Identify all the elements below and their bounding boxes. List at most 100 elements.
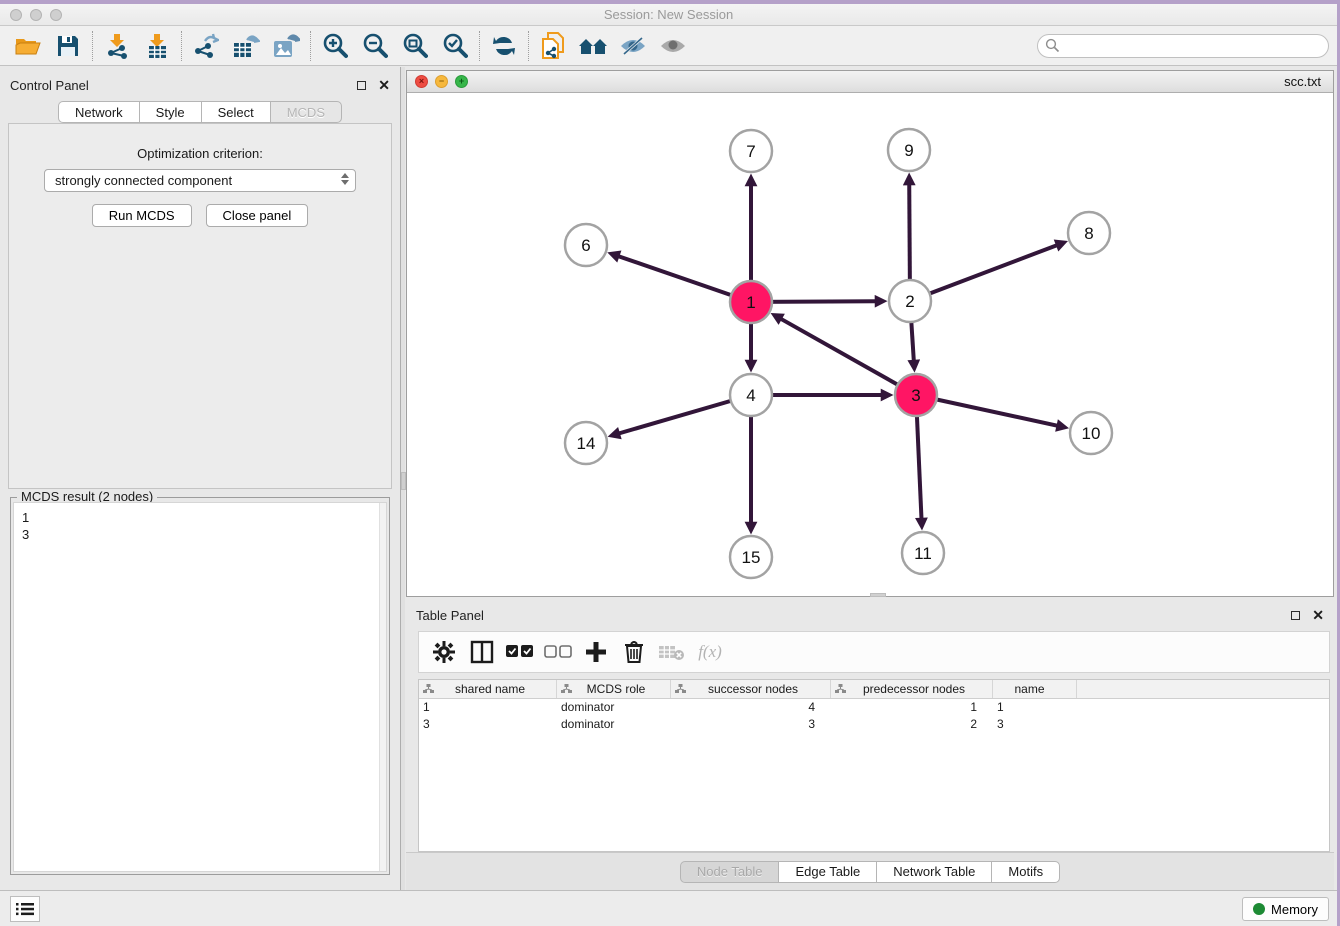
- tab-motifs[interactable]: Motifs: [991, 861, 1060, 883]
- eye-icon: [658, 34, 688, 58]
- memory-button[interactable]: Memory: [1242, 897, 1329, 921]
- cell-shared-name[interactable]: 3: [419, 716, 557, 733]
- search-input[interactable]: [1037, 34, 1329, 58]
- graph-node-label-1: 1: [746, 293, 755, 312]
- column-header-shared-name[interactable]: shared name: [419, 680, 557, 698]
- table-row[interactable]: 1 dominator 4 1 1: [419, 699, 1329, 716]
- graph-node-label-11: 11: [914, 544, 932, 563]
- panel-splitter[interactable]: [400, 67, 405, 890]
- save-session-button[interactable]: [48, 29, 88, 63]
- table-row[interactable]: 3 dominator 3 2 3: [419, 716, 1329, 733]
- zoom-selected-button[interactable]: [435, 29, 475, 63]
- close-network-button[interactable]: ×: [415, 75, 428, 88]
- delete-table-button[interactable]: [655, 635, 689, 669]
- deselect-all-columns-button[interactable]: [541, 635, 575, 669]
- select-all-columns-button[interactable]: [503, 635, 537, 669]
- tab-mcds[interactable]: MCDS: [270, 101, 342, 123]
- open-session-button[interactable]: [8, 29, 48, 63]
- column-header-successor-nodes[interactable]: successor nodes: [671, 680, 831, 698]
- mcds-result-line: 1: [22, 509, 386, 526]
- column-header-predecessor-nodes[interactable]: predecessor nodes: [831, 680, 993, 698]
- zoom-fit-button[interactable]: [395, 29, 435, 63]
- cell-name[interactable]: 1: [993, 699, 1077, 716]
- graph-edge-3-1[interactable]: [781, 319, 916, 395]
- cell-mcds-role[interactable]: dominator: [557, 716, 671, 733]
- tab-network[interactable]: Network: [58, 101, 139, 123]
- import-network-button[interactable]: [97, 29, 137, 63]
- show-columns-button[interactable]: [465, 635, 499, 669]
- import-table-button[interactable]: [137, 29, 177, 63]
- optimization-criterion-select[interactable]: strongly connected component: [44, 169, 356, 192]
- tab-network-table[interactable]: Network Table: [876, 861, 991, 883]
- run-mcds-button[interactable]: Run MCDS: [92, 204, 192, 227]
- list-icon: [16, 902, 34, 916]
- float-panel-button[interactable]: [357, 81, 366, 90]
- export-network-button[interactable]: [186, 29, 226, 63]
- cell-predecessor-nodes[interactable]: 2: [831, 716, 993, 733]
- delete-column-button[interactable]: [617, 635, 651, 669]
- tab-edge-table[interactable]: Edge Table: [778, 861, 876, 883]
- table-header-row: shared name MCDS role successor nodes pr…: [419, 680, 1329, 699]
- graph-node-label-4: 4: [746, 386, 755, 405]
- tab-style[interactable]: Style: [139, 101, 201, 123]
- create-column-button[interactable]: [579, 635, 613, 669]
- cell-mcds-role[interactable]: dominator: [557, 699, 671, 716]
- column-header-mcds-role[interactable]: MCDS role: [557, 680, 671, 698]
- tab-select[interactable]: Select: [201, 101, 270, 123]
- cell-predecessor-nodes[interactable]: 1: [831, 699, 993, 716]
- toolbar-separator: [528, 31, 529, 61]
- maximize-network-button[interactable]: +: [455, 75, 468, 88]
- export-table-button[interactable]: [226, 29, 266, 63]
- export-network-icon: [193, 33, 219, 59]
- function-builder-button[interactable]: f(x): [693, 635, 727, 669]
- network-from-selection-button[interactable]: [533, 29, 573, 63]
- table-tabs-bar: Node Table Edge Table Network Table Moti…: [406, 852, 1334, 890]
- tab-node-table[interactable]: Node Table: [680, 861, 779, 883]
- zoom-in-button[interactable]: [315, 29, 355, 63]
- table-toolbar: f(x): [418, 631, 1330, 673]
- network-window-resize-handle[interactable]: [870, 593, 886, 597]
- export-image-icon: [272, 33, 300, 59]
- close-table-panel-button[interactable]: ✕: [1312, 610, 1324, 620]
- export-image-button[interactable]: [266, 29, 306, 63]
- zoom-out-button[interactable]: [355, 29, 395, 63]
- cell-name[interactable]: 3: [993, 716, 1077, 733]
- result-scrollbar[interactable]: [379, 503, 386, 871]
- toolbar-separator: [479, 31, 480, 61]
- network-graph-svg: 7968124314101511: [407, 93, 1335, 597]
- column-header-name[interactable]: name: [993, 680, 1077, 698]
- minimize-network-button[interactable]: −: [435, 75, 448, 88]
- home-button[interactable]: [573, 29, 613, 63]
- zoom-fit-icon: [402, 33, 428, 59]
- toolbar-separator: [92, 31, 93, 61]
- cell-successor-nodes[interactable]: 4: [671, 699, 831, 716]
- close-panel-button-mcds[interactable]: Close panel: [206, 204, 309, 227]
- eye-slash-icon: [618, 34, 648, 58]
- network-window-title: scc.txt: [1284, 74, 1321, 89]
- show-all-button[interactable]: [653, 29, 693, 63]
- table-mode-button[interactable]: [427, 635, 461, 669]
- graph-node-label-15: 15: [742, 548, 761, 567]
- show-log-button[interactable]: [10, 896, 40, 922]
- memory-label: Memory: [1271, 902, 1318, 917]
- cell-shared-name[interactable]: 1: [419, 699, 557, 716]
- graph-edge-2-8[interactable]: [910, 245, 1057, 301]
- search-icon: [1045, 38, 1060, 53]
- unchecked-boxes-icon: [544, 645, 572, 659]
- float-table-panel-button[interactable]: [1291, 611, 1300, 620]
- graph-node-label-2: 2: [905, 292, 914, 311]
- cell-successor-nodes[interactable]: 3: [671, 716, 831, 733]
- application-window: Session: New Session: [0, 4, 1337, 926]
- houses-icon: [577, 34, 609, 58]
- network-canvas[interactable]: 7968124314101511: [407, 93, 1333, 596]
- gear-icon: [433, 641, 455, 663]
- mcds-result-groupbox: MCDS result (2 nodes) 1 3: [10, 497, 390, 875]
- main-toolbar: [0, 26, 1337, 66]
- trash-icon: [624, 640, 644, 664]
- open-folder-icon: [15, 35, 41, 57]
- control-panel-title: Control Panel: [10, 78, 89, 93]
- graph-node-label-7: 7: [746, 142, 755, 161]
- hide-selected-button[interactable]: [613, 29, 653, 63]
- apply-layout-button[interactable]: [484, 29, 524, 63]
- close-panel-button[interactable]: ✕: [378, 80, 390, 90]
